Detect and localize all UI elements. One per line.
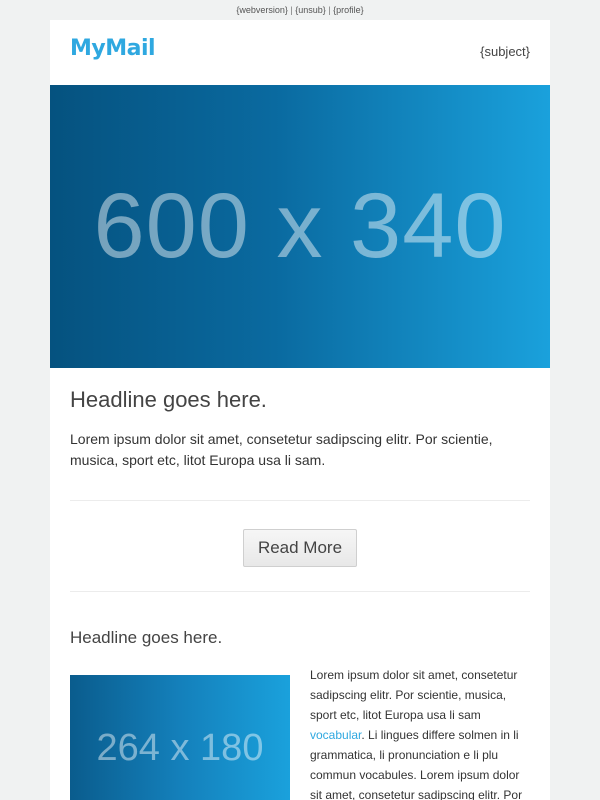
headline-2: Headline goes here. [70,628,223,647]
hero-image-placeholder-text: 600 x 340 [93,175,507,277]
hero-image: 600 x 340 [50,85,550,368]
vocabular-link[interactable]: vocabular [310,728,361,742]
body-text-start: Lorem ipsum dolor sit amet, consetetur s… [310,668,518,722]
profile-link[interactable]: {profile} [333,5,364,15]
thumbnail-image: 264 x 180 [70,675,290,800]
content-section-1: Headline goes here. Lorem ipsum dolor si… [50,387,550,800]
lead-paragraph: Lorem ipsum dolor sit amet, consetetur s… [70,431,493,468]
body-paragraph: Lorem ipsum dolor sit amet, consetetur s… [310,665,530,800]
brand-logo[interactable]: MyMail [70,36,156,61]
subject-placeholder: {subject} [480,44,530,59]
cta-wrapper: Read More [70,501,530,567]
email-body: MyMail {subject} 600 x 340 Headline goes… [50,20,550,800]
email-header: MyMail {subject} [50,20,550,85]
preheader-links: {webversion} | {unsub} | {profile} [0,0,600,20]
separator: | [290,5,293,15]
separator: | [328,5,331,15]
read-more-button[interactable]: Read More [243,529,357,567]
unsubscribe-link[interactable]: {unsub} [295,5,326,15]
webversion-link[interactable]: {webversion} [236,5,288,15]
thumbnail-placeholder-text: 264 x 180 [96,727,264,769]
headline: Headline goes here. [70,387,267,412]
divider [70,591,530,592]
image-text-row: 264 x 180 Lorem ipsum dolor sit amet, co… [70,665,530,800]
